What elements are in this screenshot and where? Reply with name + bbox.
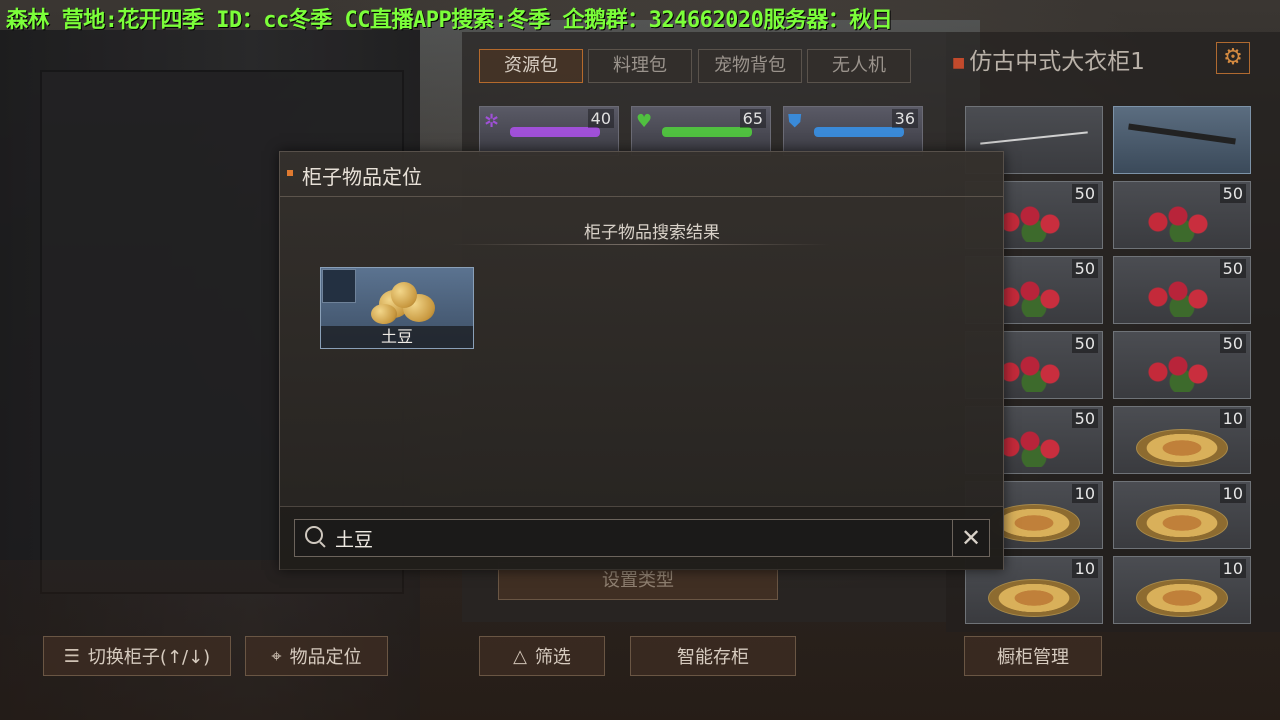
switch-cabinet-label: 切换柜子(↑/↓): [87, 647, 211, 668]
tab-pet-backpack[interactable]: 宠物背包: [698, 49, 802, 83]
smart-store-button[interactable]: 智能存柜: [630, 636, 796, 676]
syringe-icon: [814, 127, 904, 137]
cabinet-manage-button[interactable]: 橱柜管理: [964, 636, 1102, 676]
filter-icon: △: [513, 645, 527, 667]
item-count: 36: [891, 109, 918, 128]
inventory-slot[interactable]: ♥ 65: [631, 106, 771, 156]
item-count: 50: [1071, 409, 1098, 428]
item-count: 50: [1219, 259, 1246, 278]
cabinet-title: ■ 仿古中式大衣柜1: [952, 42, 1145, 76]
cabinet-slot[interactable]: 10: [1113, 406, 1251, 474]
canned-fish-icon: [988, 579, 1080, 617]
item-count: 50: [1219, 184, 1246, 203]
item-count: 40: [587, 109, 614, 128]
cabinet-slot[interactable]: 50: [1113, 256, 1251, 324]
berries-icon: [994, 277, 1074, 317]
item-count: 50: [1071, 259, 1098, 278]
item-count: 10: [1071, 484, 1098, 503]
gear-icon[interactable]: ⚙: [1216, 42, 1250, 74]
title-marker-icon: [287, 170, 293, 176]
berries-icon: [1142, 352, 1222, 392]
stream-overlay-text: 森林 营地:花开四季 ID：cc冬季 CC直播APP搜索:冬季 企鹅群：3246…: [6, 8, 893, 32]
inventory-slot[interactable]: ⛊ 36: [783, 106, 923, 156]
cabinet-slot[interactable]: 50: [1113, 331, 1251, 399]
list-icon: ☰: [63, 645, 80, 667]
switch-cabinet-button[interactable]: ☰ 切换柜子(↑/↓): [43, 636, 231, 676]
shield-icon: ⛊: [788, 111, 802, 132]
search-results-label: 柜子物品搜索结果: [584, 223, 720, 243]
crosshair-icon: ⌖: [271, 645, 282, 667]
item-count: 10: [1071, 559, 1098, 578]
item-locate-label: 物品定位: [289, 647, 362, 668]
divider: [450, 244, 830, 245]
virus-icon: ✲: [484, 111, 500, 132]
berries-icon: [994, 427, 1074, 467]
item-count: 50: [1071, 334, 1098, 353]
item-count: 10: [1219, 484, 1246, 503]
filter-label: 筛选: [534, 647, 571, 668]
item-count: 50: [1219, 334, 1246, 353]
tab-resource-pack[interactable]: 资源包: [479, 49, 583, 83]
bow-icon: [980, 131, 1088, 145]
cabinet-slot[interactable]: 50: [1113, 181, 1251, 249]
title-marker-icon: ■: [952, 54, 966, 71]
dialog-title: 柜子物品定位: [302, 165, 422, 189]
berries-icon: [1142, 277, 1222, 317]
result-item-name: 土豆: [321, 326, 473, 348]
cabinet-slot[interactable]: 10: [1113, 481, 1251, 549]
filter-button[interactable]: △ 筛选: [479, 636, 605, 676]
tab-food-pack[interactable]: 料理包: [588, 49, 692, 83]
item-count: 50: [1071, 184, 1098, 203]
search-box: ✕: [294, 519, 990, 557]
dialog-header: 柜子物品定位: [280, 152, 1003, 197]
item-count: 65: [739, 109, 766, 128]
cabinet-slot[interactable]: [1113, 106, 1251, 174]
syringe-icon: [662, 127, 752, 137]
item-count: 10: [1219, 409, 1246, 428]
canned-fish-icon: [1136, 579, 1228, 617]
canned-fish-icon: [1136, 429, 1228, 467]
rifle-icon: [1128, 123, 1236, 145]
item-count: 10: [1219, 559, 1246, 578]
canned-fish-icon: [1136, 504, 1228, 542]
cabinet-title-text: 仿古中式大衣柜1: [969, 49, 1145, 75]
heart-plus-icon: ♥: [636, 111, 653, 132]
tab-drone[interactable]: 无人机: [807, 49, 911, 83]
close-icon[interactable]: ✕: [952, 520, 989, 556]
item-locate-dialog: 柜子物品定位 柜子物品搜索结果 土豆 ✕: [279, 151, 1004, 570]
item-select-checkbox[interactable]: [322, 269, 356, 303]
inventory-slot[interactable]: ✲ 40: [479, 106, 619, 156]
berries-icon: [994, 352, 1074, 392]
search-input[interactable]: [335, 524, 895, 552]
result-item[interactable]: 土豆: [320, 267, 474, 349]
berries-icon: [1142, 202, 1222, 242]
cabinet-slot[interactable]: 10: [1113, 556, 1251, 624]
syringe-icon: [510, 127, 600, 137]
item-locate-button[interactable]: ⌖ 物品定位: [245, 636, 388, 676]
search-bar: ✕: [280, 506, 1003, 570]
search-icon: [305, 526, 323, 544]
